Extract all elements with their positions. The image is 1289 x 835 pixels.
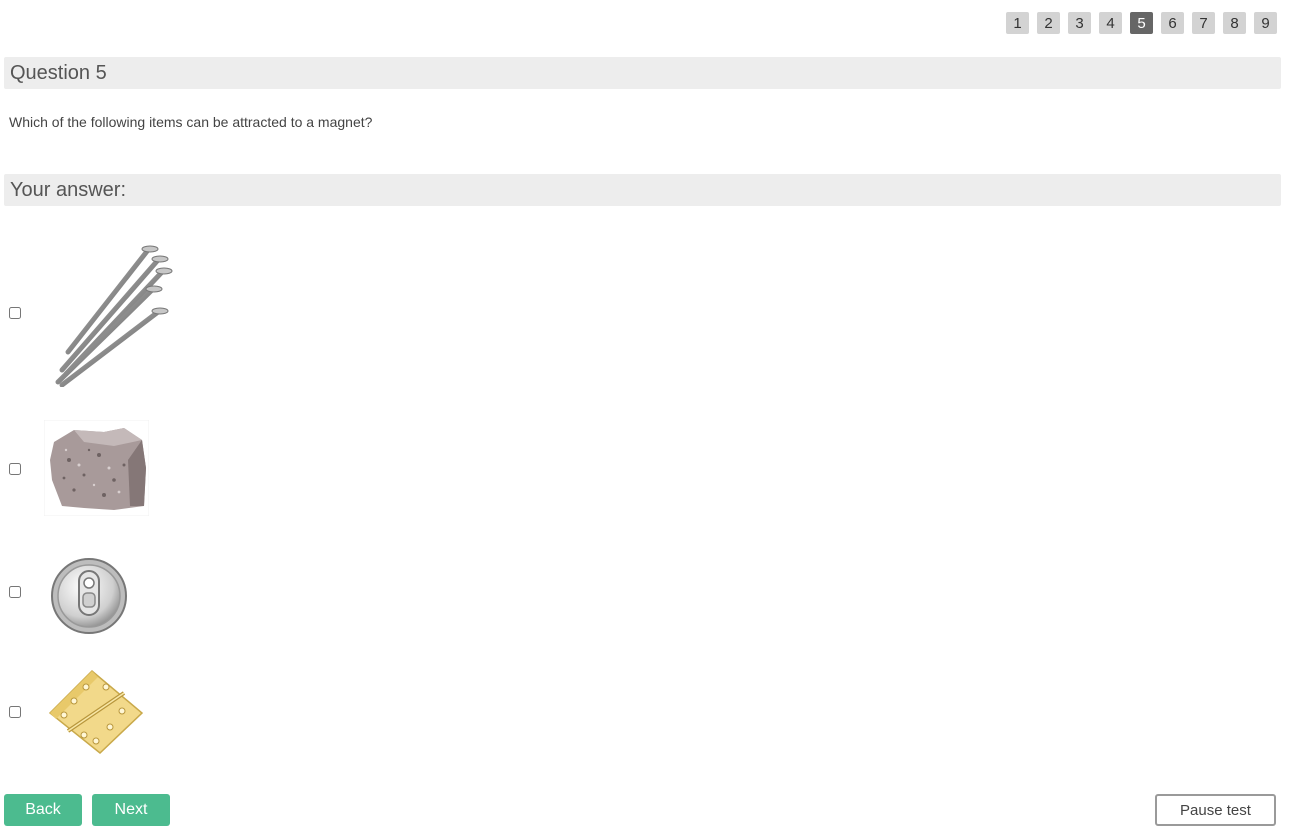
- pause-test-button[interactable]: Pause test: [1155, 794, 1276, 826]
- question-text: Which of the following items can be attr…: [9, 114, 373, 130]
- question-pagination: 1 2 3 4 5 6 7 8 9: [1006, 12, 1277, 34]
- nails-icon: [55, 245, 173, 387]
- option-4-checkbox[interactable]: [9, 706, 21, 718]
- page-4-button[interactable]: 4: [1099, 12, 1122, 34]
- page-9-button[interactable]: 9: [1254, 12, 1277, 34]
- option-2-checkbox[interactable]: [9, 463, 21, 475]
- page-1-button[interactable]: 1: [1006, 12, 1029, 34]
- page-5-button[interactable]: 5: [1130, 12, 1153, 34]
- option-1-checkbox[interactable]: [9, 307, 21, 319]
- can-lid-icon: [51, 558, 127, 634]
- question-header: Question 5: [4, 57, 1281, 89]
- back-button[interactable]: Back: [4, 794, 82, 826]
- next-button[interactable]: Next: [92, 794, 170, 826]
- page-6-button[interactable]: 6: [1161, 12, 1184, 34]
- brass-hinge-icon: [48, 669, 144, 754]
- page-8-button[interactable]: 8: [1223, 12, 1246, 34]
- rock-icon: [44, 420, 149, 516]
- page-2-button[interactable]: 2: [1037, 12, 1060, 34]
- page-7-button[interactable]: 7: [1192, 12, 1215, 34]
- answer-header: Your answer:: [4, 174, 1281, 206]
- option-3-checkbox[interactable]: [9, 586, 21, 598]
- page-3-button[interactable]: 3: [1068, 12, 1091, 34]
